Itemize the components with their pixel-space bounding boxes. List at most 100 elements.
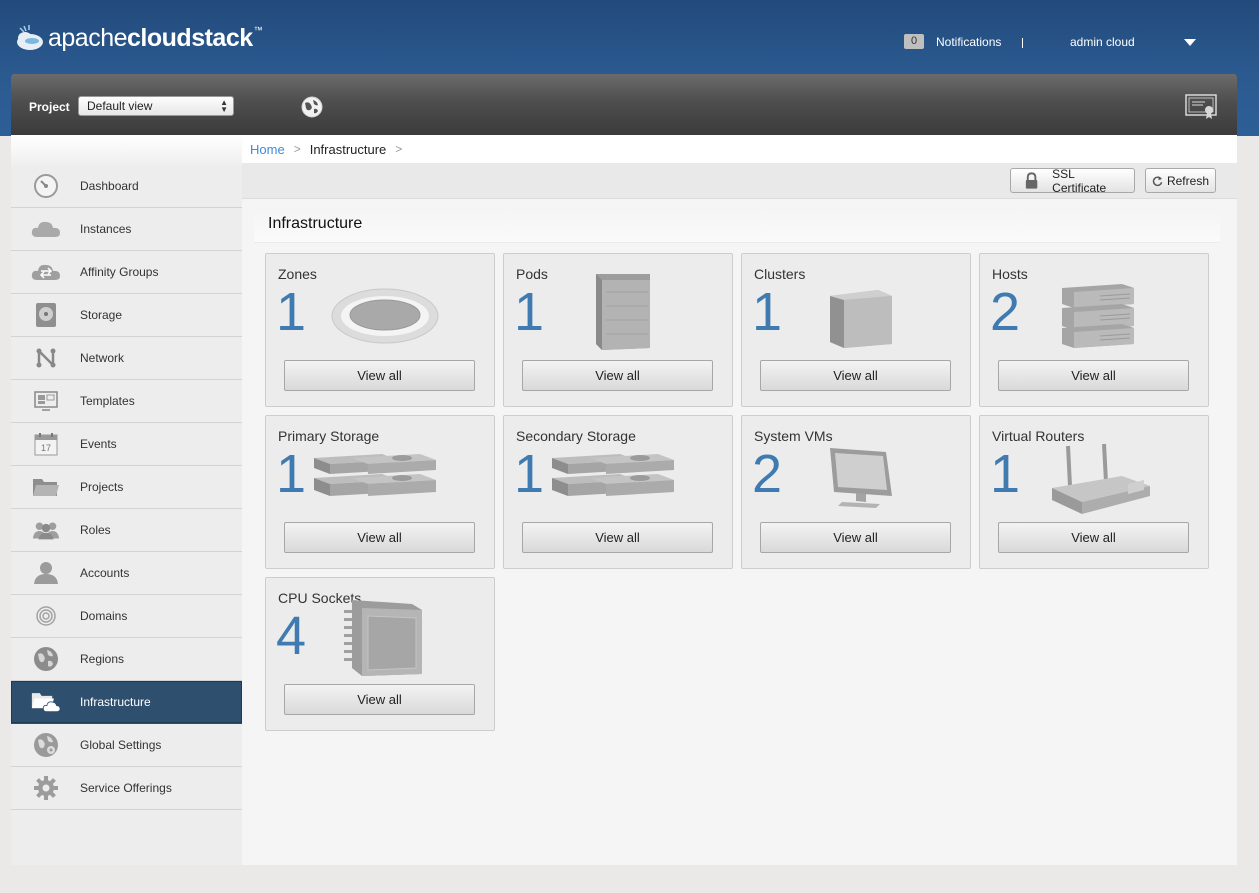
monitor-icon (830, 448, 892, 508)
breadcrumb: Home > Infrastructure > (242, 135, 1237, 163)
sidebar-item-label: Storage (80, 308, 123, 322)
card-virtual-routers: Virtual Routers 1 View all (979, 415, 1209, 569)
card-title: System VMs (754, 428, 833, 444)
calendar-day-text: 17 (41, 443, 51, 453)
sidebar-item-events[interactable]: 17 Events (11, 423, 242, 466)
sidebar-item-service-offerings[interactable]: Service Offerings (11, 767, 242, 810)
sidebar-item-label: Instances (80, 222, 132, 236)
card-title: Pods (516, 266, 548, 282)
disk-icon (31, 302, 61, 328)
sidebar-item-templates[interactable]: Templates (11, 380, 242, 423)
view-all-button[interactable]: View all (284, 684, 475, 715)
card-hosts: Hosts 2 View all (979, 253, 1209, 407)
breadcrumb-separator: > (293, 142, 301, 156)
lock-icon (1025, 171, 1038, 189)
breadcrumb-home-link[interactable]: Home (250, 142, 285, 157)
sidebar-item-label: Affinity Groups (80, 265, 159, 279)
sidebar-item-label: Regions (80, 652, 125, 666)
card-pods: Pods 1 View all (503, 253, 733, 407)
cluster-cube-icon (830, 290, 892, 348)
ssl-certificate-button[interactable]: SSL Certificate (1010, 167, 1135, 195)
view-all-button[interactable]: View all (760, 522, 951, 553)
gear-icon (31, 775, 61, 801)
card-title: Hosts (992, 266, 1028, 282)
notifications-count-badge: 0 (904, 34, 924, 49)
notifications-button[interactable]: 0 Notifications (904, 34, 1001, 49)
view-all-button[interactable]: View all (522, 360, 713, 391)
sidebar-item-dashboard[interactable]: Dashboard (11, 165, 242, 208)
view-all-button[interactable]: View all (284, 360, 475, 391)
sidebar-item-label: Global Settings (80, 738, 162, 752)
zone-ring-icon (331, 288, 439, 344)
card-title: Primary Storage (278, 428, 380, 444)
select-arrows-icon: ▲ ▼ (220, 98, 228, 114)
sidebar-item-label: Dashboard (80, 179, 139, 193)
sidebar-item-label: Service Offerings (80, 781, 172, 795)
card-title: Secondary Storage (516, 428, 636, 444)
sidebar-item-label: Infrastructure (80, 695, 151, 709)
view-all-button[interactable]: View all (998, 360, 1189, 391)
folder-icon (31, 474, 61, 500)
cloudstack-logo-icon (17, 25, 43, 50)
sidebar-item-global-settings[interactable]: Global Settings (11, 724, 242, 767)
sidebar-item-label: Domains (80, 609, 128, 623)
templates-icon (31, 388, 61, 414)
roles-people-icon (31, 517, 61, 543)
card-count: 1 (514, 282, 545, 342)
sidebar-item-infrastructure[interactable]: Infrastructure (11, 681, 242, 724)
card-count: 1 (276, 444, 307, 504)
page-title: Infrastructure (254, 211, 1220, 243)
card-count: 2 (752, 444, 783, 504)
refresh-label: Refresh (1166, 173, 1209, 188)
apache-cloudstack-logo[interactable]: apache cloudstack ™ (14, 20, 263, 56)
globe-icon (31, 646, 61, 672)
card-secondary-storage: Secondary Storage 1 View all (503, 415, 733, 569)
view-all-button[interactable]: View all (284, 522, 475, 553)
breadcrumb-current[interactable]: Infrastructure (310, 142, 387, 157)
project-toolbar: Project Default view ▲ ▼ (11, 74, 1237, 135)
sidebar-item-label: Events (80, 437, 117, 451)
card-clusters: Clusters 1 View all (741, 253, 971, 407)
card-zones: Zones 1 View all (265, 253, 495, 407)
user-menu-caret-icon[interactable] (1184, 39, 1196, 46)
secondary-storage-disks-icon (552, 454, 674, 496)
sidebar-item-domains[interactable]: Domains (11, 595, 242, 638)
sidebar-item-network[interactable]: Network (11, 337, 242, 380)
logo-text-bold: cloudstack (127, 23, 253, 52)
globe-icon[interactable] (301, 96, 323, 118)
affinity-cloud-icon (31, 259, 61, 285)
sidebar-item-instances[interactable]: Instances (11, 208, 242, 251)
sidebar-item-roles[interactable]: Roles (11, 509, 242, 552)
target-icon (31, 603, 61, 629)
sidebar-item-storage[interactable]: Storage (11, 294, 242, 337)
sidebar-item-projects[interactable]: Projects (11, 466, 242, 509)
view-all-button[interactable]: View all (522, 522, 713, 553)
sidebar-item-label: Accounts (80, 566, 130, 580)
host-server-icon (1062, 284, 1134, 348)
action-bar: SSL Certificate Refresh (242, 163, 1237, 199)
user-name[interactable]: admin cloud (1070, 35, 1135, 49)
folder-cloud-icon (31, 689, 61, 715)
calendar-icon: 17 (31, 431, 61, 457)
certificate-icon[interactable] (1185, 94, 1217, 120)
refresh-button[interactable]: Refresh (1145, 168, 1216, 193)
main-content: Home > Infrastructure > SSL Certificate … (242, 135, 1237, 865)
cloud-icon (31, 216, 61, 242)
card-system-vms: System VMs 2 View all (741, 415, 971, 569)
project-label: Project (29, 100, 70, 114)
sidebar-item-accounts[interactable]: Accounts (11, 552, 242, 595)
card-primary-storage: Primary Storage 1 View all (265, 415, 495, 569)
notifications-label: Notifications (936, 34, 1002, 49)
sidebar: Dashboard Instances Affinity Groups Stor… (11, 135, 242, 865)
sidebar-item-label: Roles (80, 523, 111, 537)
card-title: Zones (278, 266, 317, 282)
project-select[interactable]: Default view ▲ ▼ (78, 96, 234, 116)
view-all-button[interactable]: View all (998, 522, 1189, 553)
sidebar-item-affinity-groups[interactable]: Affinity Groups (11, 251, 242, 294)
card-count: 1 (752, 282, 783, 342)
sidebar-item-regions[interactable]: Regions (11, 638, 242, 681)
logo-text-light: apache (48, 23, 128, 52)
card-cpu-sockets: CPU Sockets 4 View all (265, 577, 495, 731)
view-all-button[interactable]: View all (760, 360, 951, 391)
router-icon (1052, 443, 1150, 514)
